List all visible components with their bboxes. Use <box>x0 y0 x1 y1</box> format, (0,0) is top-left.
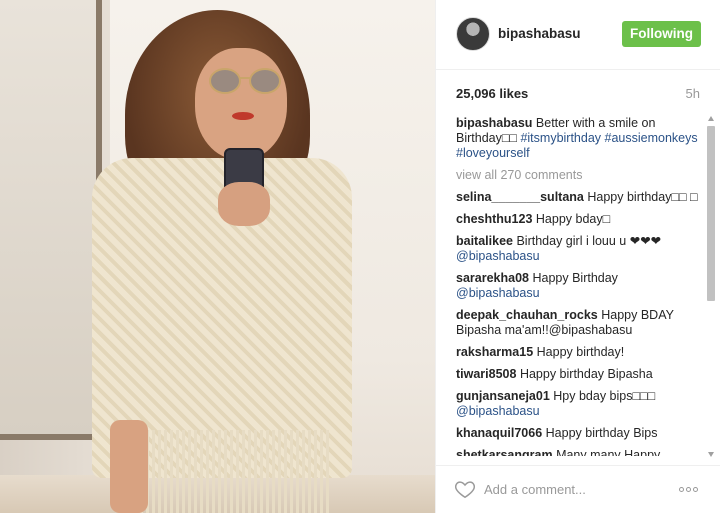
comment-text: Happy bday□ <box>535 212 611 226</box>
mention-link[interactable]: @bipashabasu <box>456 286 540 300</box>
likes-count[interactable]: 25,096 likes <box>456 86 528 101</box>
heart-icon[interactable] <box>454 478 476 500</box>
photo-fringe <box>140 430 330 513</box>
hashtag-link[interactable]: #loveyourself <box>456 146 530 160</box>
comment-item: cheshthu123 Happy bday□ <box>456 212 704 227</box>
post-header: bipashabasu Following <box>436 0 720 70</box>
post-footer <box>436 465 720 513</box>
photo-leg <box>110 420 148 513</box>
comment-item: baitalikee Birthday girl i louu u ❤❤❤@bi… <box>456 234 704 264</box>
comments-list[interactable]: bipashabasu Better with a smile on Birth… <box>456 116 704 457</box>
view-all-comments-link[interactable]: view all 270 comments <box>456 168 704 183</box>
more-options-icon[interactable] <box>679 481 703 493</box>
comment-username[interactable]: gunjansaneja01 <box>456 389 550 403</box>
comment-username[interactable]: raksharma15 <box>456 345 533 359</box>
scrollbar-thumb[interactable] <box>707 126 715 301</box>
comment-item: sararekha08 Happy Birthday @bipashabasu <box>456 271 704 301</box>
photo-lips <box>232 112 254 120</box>
comment-username[interactable]: cheshthu123 <box>456 212 532 226</box>
post-time[interactable]: 5h <box>686 86 700 101</box>
mention-link[interactable]: @bipashabasu <box>456 249 540 263</box>
photo-sunglasses <box>209 68 281 94</box>
comment-username[interactable]: sararekha08 <box>456 271 529 285</box>
comment-item: selina_______sultana Happy birthday□□ □ <box>456 190 704 205</box>
comment-username[interactable]: selina_______sultana <box>456 190 584 204</box>
scroll-down-arrow-icon[interactable] <box>708 452 714 457</box>
comment-username[interactable]: tiwari8508 <box>456 367 516 381</box>
comment-item: gunjansaneja01 Hpy bday bips□□□ @bipasha… <box>456 389 704 419</box>
add-comment-input[interactable] <box>484 479 664 499</box>
post-side-panel: bipashabasu Following 25,096 likes 5h bi… <box>435 0 720 513</box>
comment-item: deepak_chauhan_rocks Happy BDAY Bipasha … <box>456 308 704 338</box>
post-photo[interactable] <box>0 0 435 513</box>
avatar[interactable] <box>456 17 490 51</box>
mention-link[interactable]: @bipashabasu <box>456 404 540 418</box>
comments-scrollbar[interactable] <box>706 116 716 457</box>
photo-face <box>195 48 287 160</box>
comment-username[interactable]: khanaquil7066 <box>456 426 542 440</box>
comment-username[interactable]: shetkarsangram <box>456 448 553 456</box>
comment-text: Happy birthday Bips <box>545 426 658 440</box>
comment-item: raksharma15 Happy birthday! <box>456 345 704 360</box>
comment-text: Many many Happy <box>556 448 661 456</box>
header-username[interactable]: bipashabasu <box>498 26 581 41</box>
photo-hand <box>218 182 270 226</box>
comment-item: shetkarsangram Many many Happy <box>456 448 704 456</box>
scroll-up-arrow-icon[interactable] <box>708 116 714 121</box>
hashtag-link[interactable]: #aussiemonkeys <box>605 131 698 145</box>
comment-item: tiwari8508 Happy birthday Bipasha <box>456 367 704 382</box>
caption-username[interactable]: bipashabasu <box>456 116 532 130</box>
comment-text: Happy birthday Bipasha <box>519 367 653 381</box>
hashtag-link[interactable]: #itsmybirthday <box>520 131 601 145</box>
following-button[interactable]: Following <box>622 21 701 47</box>
caption: bipashabasu Better with a smile on Birth… <box>456 116 704 161</box>
comment-text: Birthday girl i louu u ❤❤❤ <box>516 234 662 248</box>
comment-text: Happy birthday! <box>536 345 625 359</box>
comment-username[interactable]: deepak_chauhan_rocks <box>456 308 598 322</box>
photo-mirror <box>0 0 102 440</box>
comment-text: Happy Birthday <box>532 271 618 285</box>
comment-item: khanaquil7066 Happy birthday Bips <box>456 426 704 441</box>
comment-text: Hpy bday bips□□□ <box>553 389 656 403</box>
comment-text: Happy birthday□□ □ <box>587 190 698 204</box>
comment-username[interactable]: baitalikee <box>456 234 513 248</box>
